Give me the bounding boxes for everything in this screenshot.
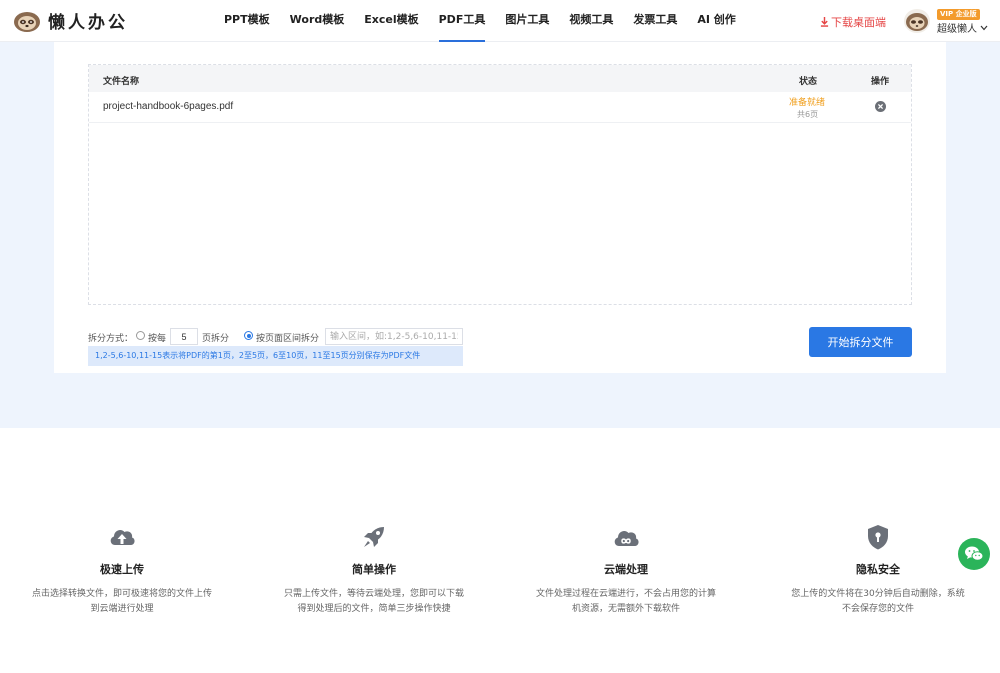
feature-title: 云端处理: [604, 563, 648, 576]
avatar[interactable]: [904, 9, 930, 33]
nav-item-excel[interactable]: Excel模板: [364, 0, 418, 42]
radio-split-range[interactable]: [244, 331, 253, 340]
feature-cloud-processing: 云端处理 文件处理过程在云端进行，不会占用您的计算机资源，无需额外下载软件: [536, 522, 716, 617]
brand-name: 懒人办公: [48, 13, 128, 33]
top-header: 懒人办公 PPT模板 Word模板 Excel模板 PDF工具 图片工具 视频工…: [0, 0, 1000, 42]
feature-title: 隐私安全: [856, 563, 900, 576]
split-mode-label: 拆分方式：: [88, 334, 134, 344]
col-file-name: 文件名称: [103, 77, 140, 87]
feature-desc: 点击选择转换文件，即可极速将您的文件上传到云端进行处理: [32, 589, 213, 614]
download-desktop-link[interactable]: 下载桌面端: [820, 14, 886, 30]
feature-privacy: 隐私安全 您上传的文件将在30分钟后自动删除，系统不会保存您的文件: [788, 522, 968, 617]
nav-item-pdf[interactable]: PDF工具: [438, 0, 485, 42]
sloth-avatar-icon: [906, 13, 928, 31]
remove-file-icon[interactable]: [875, 101, 886, 112]
split-every-suffix: 页拆分: [202, 334, 230, 344]
username: 超级懒人: [937, 24, 977, 35]
split-every-label: 按每: [148, 334, 167, 344]
file-table-header: 文件名称 状态 操作: [89, 65, 911, 92]
nav-item-word[interactable]: Word模板: [290, 0, 345, 42]
col-status: 状态: [799, 77, 818, 87]
split-hint: 1,2-5,6-10,11-15表示将PDF的第1页，2至5页，6至10页，11…: [88, 346, 463, 366]
feature-desc: 文件处理过程在云端进行，不会占用您的计算机资源，无需额外下载软件: [536, 589, 717, 614]
user-menu[interactable]: 超级懒人: [937, 20, 988, 35]
file-drop-zone[interactable]: 文件名称 状态 操作 project-handbook-6pages.pdf 准…: [88, 64, 912, 305]
feature-easy-operation: 简单操作 只需上传文件，等待云端处理，您即可以下载得到处理后的文件，简单三步操作…: [284, 522, 464, 617]
logo[interactable]: 懒人办公: [12, 8, 128, 33]
nav-item-ai[interactable]: AI 创作: [697, 0, 735, 42]
download-label: 下载桌面端: [831, 16, 886, 29]
radio-split-every[interactable]: [136, 331, 145, 340]
file-name: project-handbook-6pages.pdf: [103, 101, 234, 112]
nav-item-image[interactable]: 图片工具: [505, 0, 549, 42]
chevron-down-icon: [980, 25, 988, 30]
nav-item-ppt[interactable]: PPT模板: [224, 0, 270, 42]
file-row: project-handbook-6pages.pdf 准备就绪 共6页: [89, 92, 911, 123]
sloth-logo-icon: [14, 11, 40, 32]
feature-desc: 只需上传文件，等待云端处理，您即可以下载得到处理后的文件，简单三步操作快捷: [284, 589, 465, 614]
wechat-icon: [965, 546, 984, 561]
vip-badge: VIP 企业版: [937, 9, 980, 20]
page-range-input[interactable]: [325, 328, 463, 345]
feature-title: 极速上传: [100, 563, 144, 576]
nav-item-invoice[interactable]: 发票工具: [633, 0, 677, 42]
split-range-label: 按页面区间拆分: [256, 334, 320, 344]
rocket-icon: [364, 527, 384, 547]
wechat-float-button[interactable]: [958, 538, 990, 570]
feature-title: 简单操作: [352, 563, 396, 576]
main-nav: PPT模板 Word模板 Excel模板 PDF工具 图片工具 视频工具 发票工…: [224, 0, 756, 42]
file-status: 准备就绪: [789, 98, 826, 108]
start-split-button[interactable]: 开始拆分文件: [809, 327, 912, 357]
download-icon: [820, 17, 829, 27]
pages-per-split-input[interactable]: [170, 328, 198, 345]
col-operation: 操作: [871, 77, 890, 87]
feature-fast-upload: 极速上传 点击选择转换文件，即可极速将您的文件上传到云端进行处理: [32, 522, 212, 617]
shield-lock-icon: [868, 525, 888, 550]
file-page-count: 共6页: [797, 110, 819, 119]
cloud-upload-icon: [110, 530, 135, 545]
feature-desc: 您上传的文件将在30分钟后自动删除，系统不会保存您的文件: [791, 589, 965, 614]
nav-item-video[interactable]: 视频工具: [569, 0, 613, 42]
cloud-infinity-icon: [614, 531, 639, 546]
